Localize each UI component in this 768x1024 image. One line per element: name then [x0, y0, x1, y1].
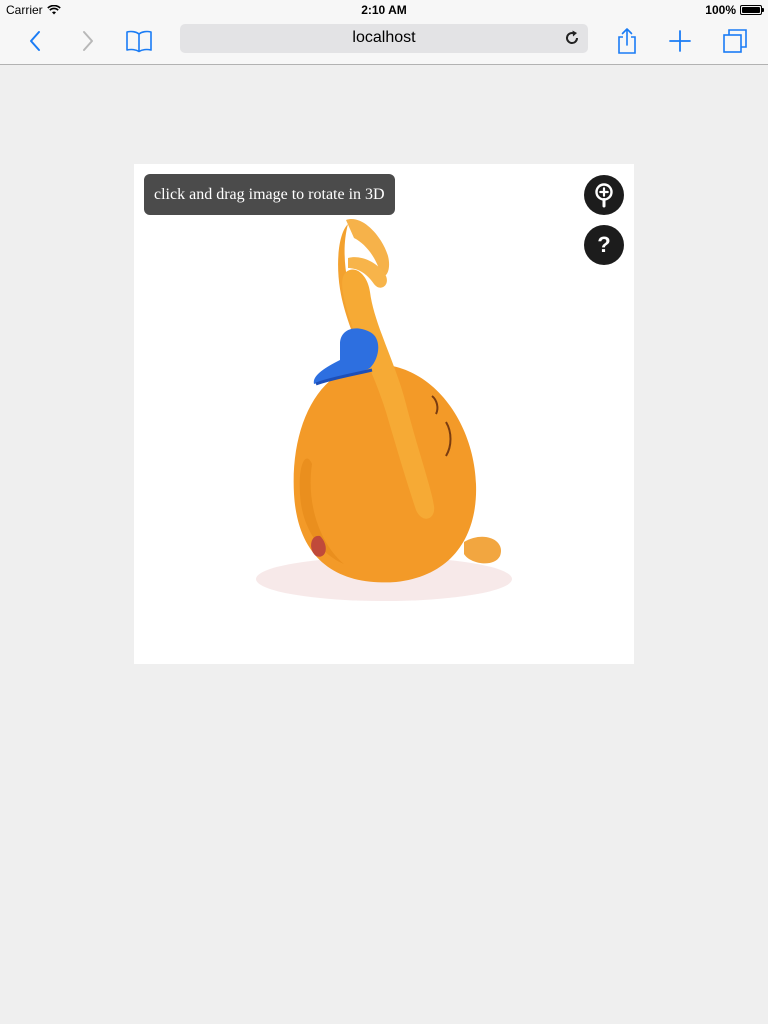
battery-status: 100% — [705, 3, 764, 17]
book-icon — [126, 30, 152, 53]
plus-icon — [669, 30, 691, 52]
rotate-viewer[interactable]: click and drag image to rotate in 3D ? — [134, 164, 634, 664]
battery-percent: 100% — [705, 3, 736, 17]
chevron-left-icon — [30, 31, 40, 51]
new-tab-button[interactable] — [663, 24, 697, 58]
browser-toolbar: localhost — [0, 20, 768, 65]
address-bar[interactable]: localhost — [180, 24, 588, 53]
help-button[interactable]: ? — [584, 225, 624, 265]
clock: 2:10 AM — [361, 3, 407, 17]
back-button[interactable] — [18, 24, 52, 58]
question-mark-icon: ? — [597, 232, 611, 257]
reload-icon[interactable] — [562, 28, 582, 48]
tabs-button[interactable] — [718, 24, 752, 58]
bookmarks-button[interactable] — [122, 24, 156, 58]
zoom-in-icon — [595, 183, 613, 208]
tabs-icon — [723, 29, 747, 53]
battery-icon — [740, 5, 764, 15]
address-text: localhost — [352, 29, 416, 46]
product-image[interactable] — [134, 164, 634, 664]
share-button[interactable] — [610, 24, 644, 58]
status-bar: Carrier 2:10 AM 100% — [0, 0, 768, 20]
share-icon — [618, 28, 636, 54]
forward-button[interactable] — [71, 24, 105, 58]
zoom-button[interactable] — [584, 175, 624, 215]
chevron-right-icon — [83, 31, 93, 51]
rotate-hint: click and drag image to rotate in 3D — [144, 174, 395, 215]
